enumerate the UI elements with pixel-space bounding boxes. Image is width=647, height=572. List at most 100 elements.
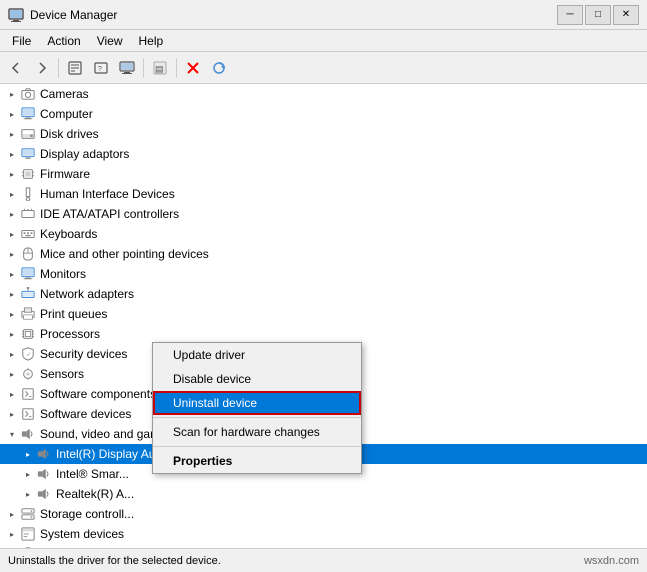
mouse-icon bbox=[20, 246, 36, 262]
toolbar: ? ▤ bbox=[0, 52, 647, 84]
display-icon bbox=[20, 146, 36, 162]
tree-label-firmware: Firmware bbox=[40, 167, 90, 181]
tree-label-display-adaptors: Display adaptors bbox=[40, 147, 129, 161]
usb-icon bbox=[20, 186, 36, 202]
expand-arrow-ide-controllers[interactable]: ▸ bbox=[4, 206, 20, 222]
tree-label-ide-controllers: IDE ATA/ATAPI controllers bbox=[40, 207, 179, 221]
tree-item-storage-controllers[interactable]: ▸ Storage controll... bbox=[0, 504, 647, 524]
expand-arrow-processors[interactable]: ▸ bbox=[4, 326, 20, 342]
expand-arrow-firmware[interactable]: ▸ bbox=[4, 166, 20, 182]
expand-arrow-disk-drives[interactable]: ▸ bbox=[4, 126, 20, 142]
menu-file[interactable]: File bbox=[4, 32, 39, 50]
camera-icon bbox=[20, 86, 36, 102]
expand-arrow-intel-display-audio[interactable]: ▸ bbox=[20, 446, 36, 462]
uninstall-button[interactable] bbox=[181, 56, 205, 80]
tree-item-processors[interactable]: ▸Processors bbox=[0, 324, 647, 344]
expand-arrow-network-adapters[interactable]: ▸ bbox=[4, 286, 20, 302]
tree-label-software-devices: Software devices bbox=[40, 407, 131, 421]
close-button[interactable]: ✕ bbox=[613, 5, 639, 25]
sound-icon bbox=[36, 466, 52, 482]
toolbar-sep-3 bbox=[176, 58, 177, 78]
tree-label-computer: Computer bbox=[40, 107, 93, 121]
back-button[interactable] bbox=[4, 56, 28, 80]
maximize-button[interactable]: □ bbox=[585, 5, 611, 25]
expand-arrow-security-devices[interactable]: ▸ bbox=[4, 346, 20, 362]
minimize-button[interactable]: ─ bbox=[557, 5, 583, 25]
app-icon bbox=[8, 7, 24, 23]
tree-item-human-interface[interactable]: ▸ Human Interface Devices bbox=[0, 184, 647, 204]
expand-arrow-system-devices[interactable]: ▸ bbox=[4, 526, 20, 542]
computer-button[interactable] bbox=[115, 56, 139, 80]
context-sep-1 bbox=[153, 417, 361, 418]
sound-icon bbox=[36, 446, 52, 462]
expand-arrow-cameras[interactable]: ▸ bbox=[4, 86, 20, 102]
status-bar: Uninstalls the driver for the selected d… bbox=[0, 548, 647, 572]
tree-label-keyboards: Keyboards bbox=[40, 227, 97, 241]
properties-button[interactable] bbox=[63, 56, 87, 80]
menu-view[interactable]: View bbox=[89, 32, 131, 50]
print-icon bbox=[20, 306, 36, 322]
context-scan-hardware[interactable]: Scan for hardware changes bbox=[153, 420, 361, 444]
expand-arrow-computer[interactable]: ▸ bbox=[4, 106, 20, 122]
toolbar-sep-2 bbox=[143, 58, 144, 78]
tree-item-computer[interactable]: ▸ Computer bbox=[0, 104, 647, 124]
tree-item-print-queues[interactable]: ▸Print queues bbox=[0, 304, 647, 324]
tree-item-mice[interactable]: ▸ Mice and other pointing devices bbox=[0, 244, 647, 264]
title-bar-controls: ─ □ ✕ bbox=[557, 5, 639, 25]
tree-item-ide-controllers[interactable]: ▸ IDE ATA/ATAPI controllers bbox=[0, 204, 647, 224]
tree-item-network-adapters[interactable]: ▸ Network adapters bbox=[0, 284, 647, 304]
status-brand: wsxdn.com bbox=[584, 555, 639, 567]
tree-label-software-components: Software components bbox=[40, 387, 156, 401]
tree-item-monitors[interactable]: ▸ Monitors bbox=[0, 264, 647, 284]
tree-item-keyboards[interactable]: ▸ Keyboards bbox=[0, 224, 647, 244]
tree-label-disk-drives: Disk drives bbox=[40, 127, 99, 141]
tree-item-firmware[interactable]: ▸ Firmware bbox=[0, 164, 647, 184]
tree-label-human-interface: Human Interface Devices bbox=[40, 187, 175, 201]
expand-arrow-monitors[interactable]: ▸ bbox=[4, 266, 20, 282]
chip-icon bbox=[20, 166, 36, 182]
expand-arrow-mice[interactable]: ▸ bbox=[4, 246, 20, 262]
expand-arrow-intel-smart-sound[interactable]: ▸ bbox=[20, 466, 36, 482]
tree-label-monitors: Monitors bbox=[40, 267, 86, 281]
context-uninstall-device[interactable]: Uninstall device bbox=[153, 391, 361, 415]
expand-arrow-realtek-audio[interactable]: ▸ bbox=[20, 486, 36, 502]
expand-arrow-sensors[interactable]: ▸ bbox=[4, 366, 20, 382]
menu-action[interactable]: Action bbox=[39, 32, 88, 50]
tree-area[interactable]: ▸Cameras▸Computer▸Disk drives▸Display ad… bbox=[0, 84, 647, 548]
scan-button[interactable] bbox=[207, 56, 231, 80]
context-properties[interactable]: Properties bbox=[153, 449, 361, 473]
tree-label-storage-controllers: Storage controll... bbox=[40, 507, 134, 521]
status-text: Uninstalls the driver for the selected d… bbox=[8, 555, 221, 567]
tree-item-realtek-audio[interactable]: ▸Realtek(R) A... bbox=[0, 484, 647, 504]
drive-icon bbox=[20, 126, 36, 142]
menu-help[interactable]: Help bbox=[131, 32, 172, 50]
expand-arrow-storage-controllers[interactable]: ▸ bbox=[4, 506, 20, 522]
context-update-driver[interactable]: Update driver bbox=[153, 343, 361, 367]
tree-item-disk-drives[interactable]: ▸ Disk drives bbox=[0, 124, 647, 144]
expand-arrow-display-adaptors[interactable]: ▸ bbox=[4, 146, 20, 162]
forward-button[interactable] bbox=[30, 56, 54, 80]
update-button[interactable]: ▤ bbox=[148, 56, 172, 80]
expand-arrow-print-queues[interactable]: ▸ bbox=[4, 306, 20, 322]
search-button[interactable]: ? bbox=[89, 56, 113, 80]
tree-item-display-adaptors[interactable]: ▸ Display adaptors bbox=[0, 144, 647, 164]
tree-label-network-adapters: Network adapters bbox=[40, 287, 134, 301]
context-sep-2 bbox=[153, 446, 361, 447]
software-icon bbox=[20, 386, 36, 402]
tree-item-cameras[interactable]: ▸Cameras bbox=[0, 84, 647, 104]
svg-text:▤: ▤ bbox=[155, 64, 164, 74]
expand-arrow-keyboards[interactable]: ▸ bbox=[4, 226, 20, 242]
tree-label-mice: Mice and other pointing devices bbox=[40, 247, 209, 261]
sound-icon bbox=[20, 426, 36, 442]
monitor-icon bbox=[20, 106, 36, 122]
svg-text:✓: ✓ bbox=[26, 352, 31, 359]
context-disable-device[interactable]: Disable device bbox=[153, 367, 361, 391]
expand-arrow-software-components[interactable]: ▸ bbox=[4, 386, 20, 402]
security-icon: ✓ bbox=[20, 346, 36, 362]
expand-arrow-software-devices[interactable]: ▸ bbox=[4, 406, 20, 422]
tree-item-system-devices[interactable]: ▸System devices bbox=[0, 524, 647, 544]
expand-arrow-human-interface[interactable]: ▸ bbox=[4, 186, 20, 202]
expand-arrow-sound-video-game[interactable]: ▾ bbox=[4, 426, 20, 442]
system-icon bbox=[20, 526, 36, 542]
context-menu: Update driver Disable device Uninstall d… bbox=[152, 342, 362, 474]
